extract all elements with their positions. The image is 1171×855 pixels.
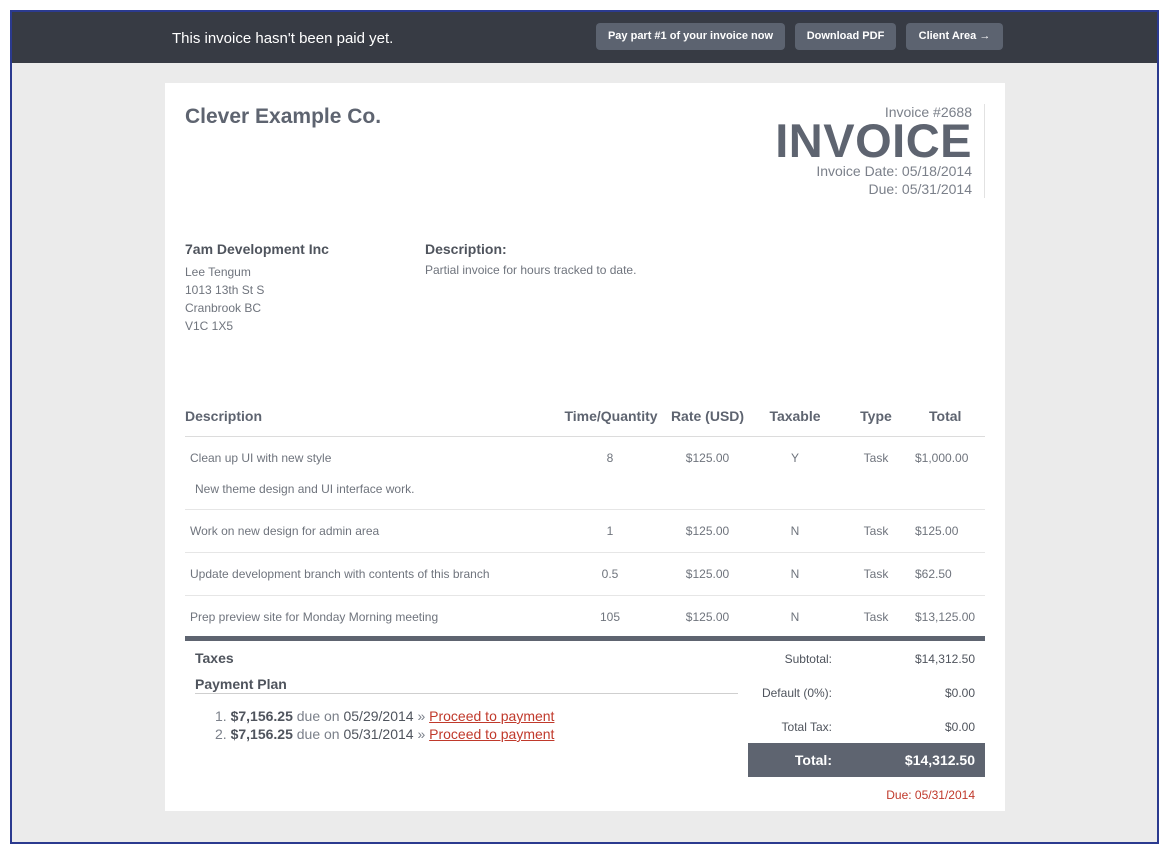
grand-total-row: Total: $14,312.50 (748, 743, 985, 777)
header-quantity: Time/Quantity (564, 408, 658, 424)
payment-plan-list: 1. $7,156.25 due on 05/29/2014 » Proceed… (215, 707, 554, 743)
plan-item-due-word: due on (296, 726, 340, 742)
default-tax-value: $0.00 (944, 686, 975, 700)
plan-item-due-word: due on (296, 708, 340, 724)
row-description: Update development branch with contents … (190, 567, 490, 581)
row-taxable: Y (790, 451, 799, 465)
description-text: Partial invoice for hours tracked to dat… (425, 263, 637, 277)
row-rate: $125.00 (685, 610, 730, 624)
row-total: $125.00 (915, 524, 959, 538)
header-taxable: Taxable (769, 408, 821, 424)
row-quantity: 0.5 (601, 567, 619, 581)
row-description: Prep preview site for Monday Morning mee… (190, 610, 439, 624)
row-type: Task (863, 524, 889, 538)
row-rate: $125.00 (685, 567, 730, 581)
client-area-button[interactable]: Client Area → (906, 23, 1003, 50)
header-total: Total (929, 408, 962, 424)
plan-item-date: 05/31/2014 (343, 726, 414, 742)
row-type: Task (863, 567, 889, 581)
row-description: Work on new design for admin area (190, 524, 380, 538)
row-taxable: N (790, 610, 800, 624)
table-row: Clean up UI with new style 8 $125.00 Y T… (185, 437, 985, 510)
plan-item-number: 1. (215, 708, 227, 724)
pay-part-button[interactable]: Pay part #1 of your invoice now (596, 23, 785, 50)
table-row: Work on new design for admin area 1 $125… (185, 510, 985, 553)
row-rate: $125.00 (685, 524, 730, 538)
plan-item-number: 2. (215, 726, 227, 742)
table-row: Prep preview site for Monday Morning mee… (185, 596, 985, 639)
invoice-due-date: Due: 05/31/2014 (868, 181, 972, 197)
line-items-table: Description Time/Quantity Rate (USD) Tax… (185, 405, 985, 639)
payment-plan-heading: Payment Plan (195, 676, 738, 694)
client-street: 1013 13th St S (185, 283, 265, 297)
row-quantity: 1 (606, 524, 614, 538)
header-type: Type (860, 408, 892, 424)
table-footer-divider (185, 636, 985, 641)
total-tax-label: Total Tax: (781, 720, 832, 734)
grand-total-value: $14,312.50 (904, 752, 975, 768)
due-date-notice: Due: 05/31/2014 (886, 788, 975, 802)
invoice-title: INVOICE (775, 114, 972, 167)
proceed-to-payment-link[interactable]: Proceed to payment (429, 708, 554, 724)
plan-item-amount: $7,156.25 (230, 708, 293, 724)
subtotal-label: Subtotal: (784, 652, 832, 666)
payment-plan-item: 2. $7,156.25 due on 05/31/2014 » Proceed… (215, 725, 554, 743)
grand-total-label: Total: (794, 752, 832, 768)
row-quantity: 8 (606, 451, 614, 465)
invoice-document: Clever Example Co. Invoice #2688 INVOICE… (165, 83, 1005, 811)
client-address: 7am Development Inc Lee Tengum 1013 13th… (185, 241, 329, 335)
row-taxable: N (790, 567, 800, 581)
client-contact: Lee Tengum (185, 265, 251, 279)
invoice-description: Description: Partial invoice for hours t… (425, 241, 636, 277)
row-note: New theme design and UI interface work. (195, 482, 415, 496)
row-quantity: 105 (599, 610, 621, 624)
invoice-date: Invoice Date: 05/18/2014 (816, 163, 972, 179)
taxes-heading: Taxes (195, 650, 234, 666)
description-label: Description: (425, 241, 507, 257)
row-type: Task (863, 451, 889, 465)
table-row: Update development branch with contents … (185, 553, 985, 596)
row-total: $13,125.00 (915, 610, 976, 624)
row-total: $1,000.00 (915, 451, 969, 465)
default-tax-label: Default (0%): (761, 686, 832, 700)
row-rate: $125.00 (685, 451, 730, 465)
client-city: Cranbrook BC (185, 301, 262, 315)
client-name: 7am Development Inc (185, 241, 329, 257)
unpaid-message: This invoice hasn't been paid yet. (172, 30, 394, 47)
row-taxable: N (790, 524, 800, 538)
payment-status-bar: This invoice hasn't been paid yet. Pay p… (12, 12, 1157, 63)
invoice-header: Invoice #2688 INVOICE Invoice Date: 05/1… (725, 104, 985, 198)
plan-item-amount: $7,156.25 (230, 726, 293, 742)
payment-plan-item: 1. $7,156.25 due on 05/29/2014 » Proceed… (215, 707, 554, 725)
browser-frame: This invoice hasn't been paid yet. Pay p… (10, 10, 1159, 844)
row-type: Task (863, 610, 889, 624)
default-tax-row: Default (0%): $0.00 (748, 686, 985, 720)
plan-item-separator: » (417, 726, 426, 742)
client-postal: V1C 1X5 (185, 319, 234, 333)
proceed-to-payment-link[interactable]: Proceed to payment (429, 726, 554, 742)
row-description: Clean up UI with new style (190, 451, 332, 465)
row-total: $62.50 (915, 567, 952, 581)
subtotal-value: $14,312.50 (914, 652, 975, 666)
plan-item-separator: » (417, 708, 426, 724)
table-header: Description Time/Quantity Rate (USD) Tax… (185, 405, 985, 437)
plan-item-date: 05/29/2014 (343, 708, 414, 724)
subtotal-row: Subtotal: $14,312.50 (748, 652, 985, 686)
download-pdf-button[interactable]: Download PDF (795, 23, 896, 50)
company-name: Clever Example Co. (185, 105, 382, 128)
total-tax-value: $0.00 (944, 720, 975, 734)
header-description: Description (185, 408, 263, 424)
header-rate: Rate (USD) (670, 408, 745, 424)
